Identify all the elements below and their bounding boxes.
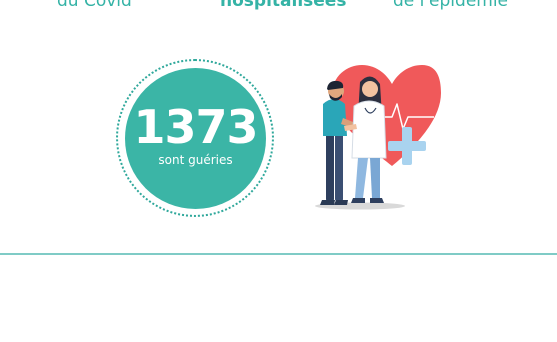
recovered-stat-circle: 1373 sont guéries — [125, 68, 266, 209]
recovered-label: sont guéries — [158, 153, 233, 167]
caption-du-covid: du Covid — [57, 0, 132, 11]
doctor-patient-heart-icon — [310, 58, 450, 213]
recovered-count: 1373 — [133, 100, 258, 154]
infographic: du Covid hospitalisées de l'épidémie 137… — [0, 0, 557, 342]
caption-hospitalisees: hospitalisées — [220, 0, 347, 11]
section-divider — [0, 253, 557, 255]
caption-epidemie: de l'épidémie — [393, 0, 509, 11]
